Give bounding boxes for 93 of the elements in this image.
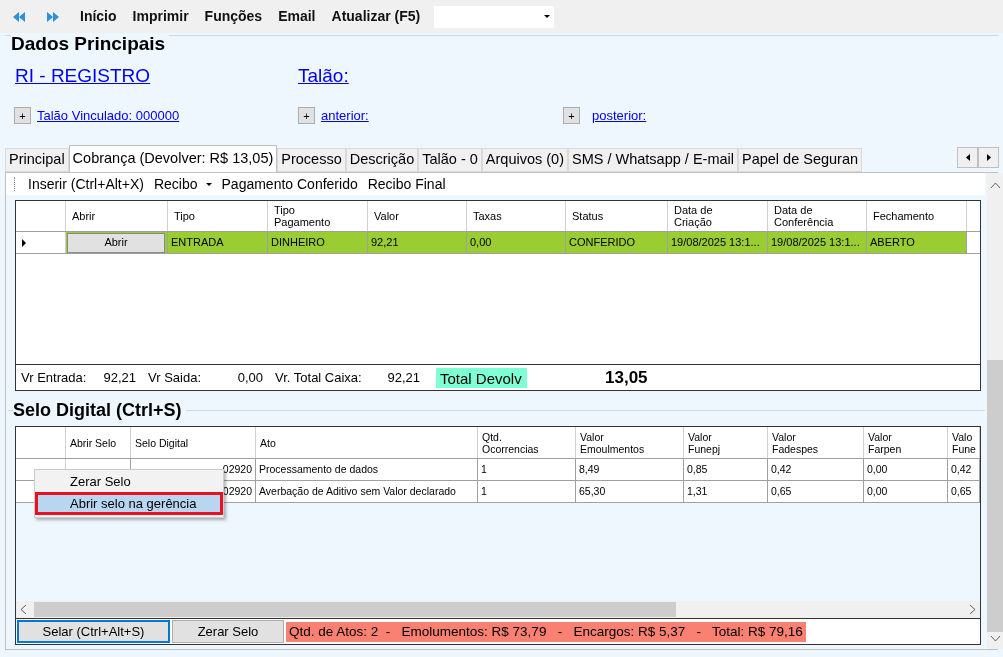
table-cell: 19/08/2025 13:1... <box>668 232 768 253</box>
table-cell: ABERTO <box>867 232 967 253</box>
toolbar-button[interactable]: Recibo Final <box>362 173 451 195</box>
table-cell: 0,42 <box>768 459 864 480</box>
column-header[interactable]: Data de Criação <box>668 201 768 231</box>
scroll-left-button[interactable] <box>957 147 978 168</box>
summary-label: Vr. Total Caixa: <box>275 368 363 387</box>
total-value: 13,05 <box>605 366 648 389</box>
dropdown-field[interactable] <box>434 5 555 28</box>
table-cell: DINHEIRO <box>268 232 368 253</box>
table-cell: 19/08/2025 13:1... <box>768 232 867 253</box>
column-header[interactable]: Valor Fadespes <box>768 427 864 458</box>
menu-item[interactable]: Imprimir <box>125 6 196 27</box>
table-cell: 92,21 <box>368 232 467 253</box>
column-header[interactable]: Fechamento <box>867 201 967 231</box>
tab[interactable]: Papel de Seguran <box>738 148 863 172</box>
button[interactable]: Selar (Ctrl+Alt+S) <box>17 620 170 643</box>
link[interactable]: posterior: <box>592 106 647 126</box>
column-header[interactable]: Abrir Selo <box>66 427 131 458</box>
link[interactable]: Talão: <box>298 64 349 88</box>
button[interactable]: Zerar Selo <box>172 620 284 643</box>
menu-item[interactable]: Abrir selo na gerência <box>35 492 223 515</box>
table-cell: 0,65 <box>768 481 864 502</box>
table-cell: 0,00 <box>864 459 948 480</box>
tab[interactable]: Arquivos (0) <box>481 148 568 172</box>
table-cell: 0,42 <box>948 459 980 480</box>
summary-label: Vr Entrada: <box>21 368 88 387</box>
column-header[interactable]: Data de Conferência <box>768 201 867 231</box>
caret-icon <box>205 182 212 186</box>
horizontal-scrollbar[interactable] <box>16 601 980 618</box>
column-header[interactable]: Valor Farpen <box>864 427 948 458</box>
summary-label: Vr Saida: <box>148 368 202 387</box>
column-header[interactable]: Status <box>566 201 668 231</box>
table-cell: 0,85 <box>684 459 768 480</box>
menu-item[interactable]: Email <box>271 6 323 27</box>
table-cell: Averbação de Aditivo sem Valor declarado <box>256 481 478 502</box>
table-cell: 1 <box>478 459 576 480</box>
expand-button[interactable]: + <box>563 107 580 125</box>
toolbar-button[interactable]: Pagamento Conferido <box>216 173 363 195</box>
right-arrow-icon <box>986 154 991 161</box>
tab[interactable]: Processo <box>277 148 346 172</box>
scrollbar-thumb[interactable] <box>34 602 676 617</box>
caret-icon <box>544 15 551 18</box>
table-cell: 0,00 <box>864 481 948 502</box>
column-header[interactable]: Tipo Pagamento <box>268 201 368 231</box>
link[interactable]: RI - REGISTRO <box>15 64 298 88</box>
menu-item[interactable]: Início <box>73 6 124 27</box>
link[interactable]: Talão Vinculado: 000000 <box>37 106 180 126</box>
column-header[interactable]: Selo Digital <box>131 427 256 458</box>
tab[interactable]: SMS / Whatsapp / E-mail <box>568 148 738 172</box>
total-label: Total Devolv <box>436 367 527 388</box>
column-header[interactable]: Ato <box>256 427 478 458</box>
table-cell: 0,00 <box>467 232 566 253</box>
menu-item[interactable]: Atualizar (F5) <box>324 6 428 27</box>
table-cell: 65,30 <box>576 481 684 502</box>
link[interactable]: anterior: <box>321 106 369 126</box>
column-header[interactable]: Qtd. Ocorrencias <box>478 427 576 458</box>
table-cell: 8,49 <box>576 459 684 480</box>
column-header[interactable]: Valor <box>368 201 467 231</box>
left-arrow-icon <box>965 154 970 161</box>
column-header[interactable]: Valo Fune <box>948 427 980 458</box>
forward-icon[interactable] <box>46 11 60 22</box>
scroll-right-button[interactable] <box>978 147 999 168</box>
table-cell: 1 <box>478 481 576 502</box>
column-header[interactable]: Tipo <box>168 201 268 231</box>
column-header[interactable]: Abrir <box>66 201 168 231</box>
column-header[interactable]: Valor Emoulmentos <box>576 427 684 458</box>
section-title: Selo Digital (Ctrl+S) <box>13 400 186 420</box>
summary-value: 92,21 <box>102 368 136 387</box>
table-cell: ENTRADA <box>168 232 268 253</box>
expand-button[interactable]: + <box>14 107 31 125</box>
menu-item[interactable]: Funções <box>197 6 270 27</box>
table-cell: 0,65 <box>948 481 980 502</box>
expand-button[interactable]: + <box>298 107 315 125</box>
section-title: Dados Principais <box>11 33 170 55</box>
table-cell: 1,31 <box>684 481 768 502</box>
toolbar-button[interactable]: Recibo <box>148 173 217 195</box>
back-icon[interactable] <box>12 11 26 22</box>
column-header[interactable]: Valor Funepj <box>684 427 768 458</box>
vertical-scrollbar[interactable] <box>987 173 1003 649</box>
scrollbar-thumb[interactable] <box>987 360 1003 632</box>
tab[interactable]: Principal <box>5 148 69 172</box>
summary-value: 92,21 <box>386 368 420 387</box>
toolbar-button[interactable]: Inserir (Ctrl+Alt+X) <box>23 173 149 195</box>
totals-bar: Qtd. de Atos: 2 - Emolumentos: R$ 73,79 - Encargos: R$ 5,37 - Total: R$ 79,16 <box>286 621 806 642</box>
tab[interactable]: Cobrança (Devolver: R$ 13,05) <box>68 145 278 172</box>
tab[interactable]: Talão - 0 <box>418 148 482 172</box>
table-cell: CONFERIDO <box>566 232 668 253</box>
summary-value: 0,00 <box>236 368 263 387</box>
table-cell: Processamento de dados <box>256 459 478 480</box>
abrir-button[interactable]: Abrir <box>67 232 165 253</box>
column-header[interactable]: Taxas <box>467 201 566 231</box>
tab[interactable]: Descrição <box>345 148 419 172</box>
